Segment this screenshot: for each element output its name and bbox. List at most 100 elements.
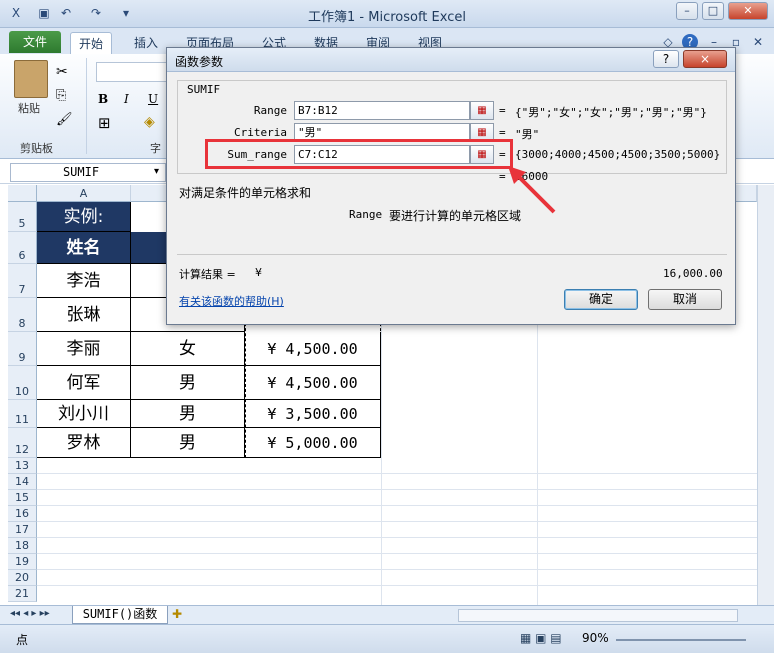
font-name-box[interactable] [96, 62, 168, 82]
sheet-tab[interactable]: SUMIF()函数 [72, 606, 168, 624]
doc-close-icon[interactable]: ✕ [750, 34, 766, 50]
function-description: 对满足条件的单元格求和 [179, 186, 312, 200]
row-header[interactable]: 18 [8, 538, 37, 554]
equals-sign: = [499, 104, 506, 117]
sheet-tab-bar: ◂◂ ◂ ▸ ▸▸ SUMIF()函数 ✚ [0, 605, 774, 624]
name-cell[interactable]: 刘小川 [37, 400, 131, 428]
row-header[interactable]: 13 [8, 458, 37, 474]
zoom-slider[interactable] [616, 639, 746, 641]
dialog-title-bar: 函数参数 ? × [167, 48, 735, 72]
gridline [37, 585, 757, 586]
row-header[interactable]: 9 [8, 332, 37, 366]
calc-result-value: 16,000.00 [663, 267, 723, 280]
gender-cell[interactable]: 男 [131, 366, 245, 400]
name-cell[interactable]: 张琳 [37, 298, 131, 332]
calc-result-label: 计算结果 = [179, 268, 236, 281]
underline-button[interactable]: U [148, 92, 158, 106]
row-header[interactable]: 8 [8, 298, 37, 332]
tab-home[interactable]: 开始 [70, 32, 113, 54]
horizontal-scrollbar[interactable] [458, 609, 738, 622]
minimize-button[interactable]: – [676, 2, 698, 20]
annotation-arrow [508, 166, 556, 214]
arg-label-criteria: Criteria [234, 126, 287, 139]
gridline [37, 569, 757, 570]
column-header-a[interactable]: A [37, 185, 131, 202]
gridline [37, 473, 757, 474]
tab-file[interactable]: 文件 [9, 31, 61, 53]
vertical-scrollbar[interactable] [757, 185, 774, 605]
close-window-button[interactable]: ✕ [728, 2, 768, 20]
bold-button[interactable]: B [98, 92, 108, 106]
copy-icon[interactable]: ⎘ [56, 88, 66, 103]
name-cell[interactable]: 何军 [37, 366, 131, 400]
row-header[interactable]: 21 [8, 586, 37, 602]
row-header[interactable]: 11 [8, 400, 37, 428]
row-header[interactable]: 6 [8, 232, 37, 264]
equals-sign: = [499, 126, 506, 139]
row-header[interactable]: 19 [8, 554, 37, 570]
gridline [37, 537, 757, 538]
example-label-cell[interactable]: 实例: [37, 202, 131, 232]
gridline [37, 489, 757, 490]
row-header[interactable]: 7 [8, 264, 37, 298]
dialog-help-button[interactable]: ? [653, 50, 679, 68]
function-arguments-dialog: 函数参数 ? × SUMIF Range B7:B12 ▦ = {"男";"女"… [166, 47, 736, 325]
gridline [37, 553, 757, 554]
copy-selection-marquee [245, 318, 381, 458]
arg-label-range: Range [253, 104, 287, 117]
range-result: {"男";"女";"女";"男";"男";"男"} [515, 106, 707, 119]
dialog-title: 函数参数 [175, 55, 224, 69]
paste-icon[interactable] [14, 60, 48, 98]
title-bar: X ▣ ↶ ↷ ▾ 工作簿1 - Microsoft Excel – □ ✕ [0, 0, 774, 28]
name-box-dropdown-icon[interactable]: ▾ [154, 166, 159, 177]
name-cell[interactable]: 李丽 [37, 332, 131, 366]
insert-sheet-icon[interactable]: ✚ [172, 607, 182, 621]
name-cell[interactable]: 李浩 [37, 264, 131, 298]
gridline [37, 505, 757, 506]
row-header[interactable]: 20 [8, 570, 37, 586]
name-header-cell[interactable]: 姓名 [37, 232, 131, 264]
row-header[interactable]: 12 [8, 428, 37, 458]
status-bar: 点 ▦ ▣ ▤ 90% [0, 624, 774, 653]
window-title: 工作簿1 - Microsoft Excel [308, 10, 466, 25]
borders-icon[interactable]: ⊞ [98, 114, 111, 132]
gridline [37, 521, 757, 522]
status-mode: 点 [16, 633, 29, 647]
paste-label: 粘贴 [18, 102, 40, 115]
sheet-nav-arrows[interactable]: ◂◂ ◂ ▸ ▸▸ [10, 608, 50, 619]
arg-help-name: Range [349, 208, 383, 221]
select-all-corner[interactable] [8, 185, 37, 202]
row-header[interactable]: 5 [8, 202, 37, 232]
highlight-box [205, 139, 513, 169]
row-header[interactable]: 15 [8, 490, 37, 506]
gender-cell[interactable]: 女 [131, 332, 245, 366]
row-header[interactable]: 10 [8, 366, 37, 400]
fill-color-icon[interactable]: ◈ [144, 114, 155, 130]
zoom-level[interactable]: 90% [582, 631, 609, 645]
function-name: SUMIF [185, 83, 223, 96]
tab-insert[interactable]: 插入 [126, 32, 166, 54]
range-input[interactable]: B7:B12 [294, 101, 470, 120]
cut-icon[interactable]: ✂ [56, 64, 68, 80]
row-header[interactable]: 14 [8, 474, 37, 490]
font-group-label: 字 [150, 142, 161, 155]
group-divider [86, 58, 87, 154]
gender-cell[interactable]: 男 [131, 400, 245, 428]
format-painter-icon[interactable]: 🖌 [56, 112, 73, 127]
row-header[interactable]: 17 [8, 522, 37, 538]
criteria-result: "男" [515, 128, 540, 141]
function-help-link[interactable]: 有关该函数的帮助(H) [179, 293, 284, 309]
row-header[interactable]: 16 [8, 506, 37, 522]
maximize-button[interactable]: □ [702, 2, 724, 20]
dialog-close-button[interactable]: × [683, 50, 727, 68]
italic-button[interactable]: I [124, 92, 129, 106]
gender-cell[interactable]: 男 [131, 428, 245, 458]
calc-result-currency: ¥ [255, 266, 262, 279]
name-box[interactable]: SUMIF [10, 163, 166, 182]
name-cell[interactable]: 罗林 [37, 428, 131, 458]
divider [177, 254, 727, 255]
ok-button[interactable]: 确定 [564, 289, 638, 310]
view-buttons-icon[interactable]: ▦ ▣ ▤ [520, 631, 562, 645]
cancel-button[interactable]: 取消 [648, 289, 722, 310]
collapse-dialog-icon[interactable]: ▦ [470, 101, 494, 120]
